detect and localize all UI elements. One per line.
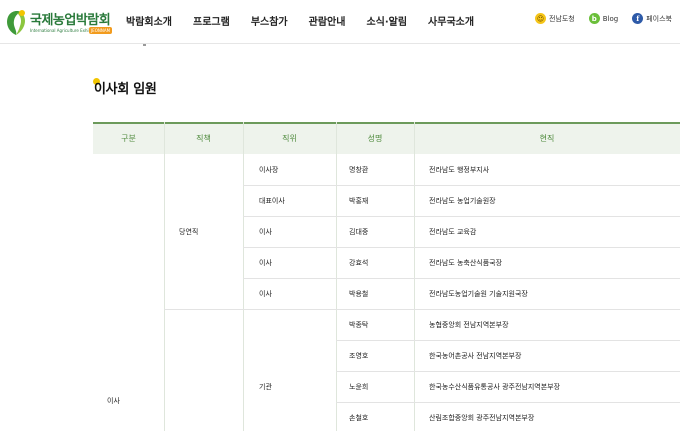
main-nav: 박람회소개 프로그램 부스참가 관람안내 소식·알림 사무국소개 xyxy=(126,13,495,28)
sns-links: ☺ 전남도청 b Blog f 페이스북 xyxy=(521,13,672,24)
position-cell: 이사 xyxy=(259,259,272,267)
sns-label-blog: Blog xyxy=(602,14,619,23)
divider xyxy=(243,122,244,431)
name-cell: 조영호 xyxy=(349,352,369,360)
site-header: 국제농업박람회 International Agriculture Exhibi… xyxy=(0,0,680,44)
name-cell: 김대중 xyxy=(349,228,369,236)
sns-label-facebook: 페이스북 xyxy=(646,14,672,23)
divider xyxy=(414,122,415,431)
jeonnam-icon: ☺ xyxy=(534,13,546,24)
current-post-cell: 한국농수산식품유통공사 광주전남지역본부장 xyxy=(429,383,561,391)
nav-item-visit-info[interactable]: 관람안내 xyxy=(309,13,346,28)
name-cell: 강효석 xyxy=(349,259,369,267)
nav-item-news[interactable]: 소식·알림 xyxy=(366,13,407,28)
facebook-icon: f xyxy=(632,13,644,24)
logo-leaf-icon xyxy=(7,10,26,35)
current-post-cell: 한국농어촌공사 전남지역본부장 xyxy=(429,352,522,360)
table-header-role: 직책 xyxy=(196,134,211,143)
name-cell: 박홍재 xyxy=(349,197,369,205)
position-cell: 이사장 xyxy=(259,166,279,174)
current-post-cell: 전라남도농업기술원 기술지원국장 xyxy=(429,290,528,298)
nav-item-expo-intro[interactable]: 박람회소개 xyxy=(126,13,172,28)
table-header-current-post: 현직 xyxy=(539,134,555,143)
nav-item-office[interactable]: 사무국소개 xyxy=(428,13,474,28)
name-cell: 박종탁 xyxy=(349,321,369,329)
position-cell: 대표이사 xyxy=(259,197,285,205)
divider xyxy=(336,122,337,431)
page-title: 이사회 임원 xyxy=(94,82,157,97)
name-cell: 노윤희 xyxy=(349,383,369,391)
position-cell: 기관 xyxy=(259,383,272,391)
divider xyxy=(164,309,680,310)
current-post-cell: 농협중앙회 전남지역본부장 xyxy=(429,321,509,329)
table-header-name: 성명 xyxy=(367,134,383,143)
name-cell: 명창환 xyxy=(349,166,369,174)
site-logo[interactable]: 국제농업박람회 International Agriculture Exhibi… xyxy=(3,5,113,39)
role-cell-ex-officio: 당연직 xyxy=(179,228,199,236)
position-cell: 이사 xyxy=(259,228,272,236)
name-cell: 손철호 xyxy=(349,414,369,422)
sns-label-jeonnam: 전남도청 xyxy=(548,14,575,23)
name-cell: 박용철 xyxy=(349,290,369,298)
position-cell: 이사 xyxy=(259,290,272,298)
current-post-cell: 전라남도 농축산식품국장 xyxy=(429,259,503,267)
current-post-cell: 전라남도 행정부지사 xyxy=(429,166,490,174)
category-cell: 이사 xyxy=(107,397,120,405)
divider xyxy=(143,44,146,46)
blog-icon: b xyxy=(588,13,600,24)
sns-link-jeonnam[interactable]: ☺ 전남도청 xyxy=(534,13,575,24)
sns-link-facebook[interactable]: f 페이스북 xyxy=(632,13,672,24)
nav-item-program[interactable]: 프로그램 xyxy=(193,13,230,28)
nav-item-booth[interactable]: 부스참가 xyxy=(251,13,288,28)
table-header-category: 구분 xyxy=(121,134,136,143)
logo-badge: JEONNAM xyxy=(89,27,113,34)
current-post-cell: 전라남도 농업기술원장 xyxy=(429,197,496,205)
logo-title: 국제농업박람회 xyxy=(30,13,111,28)
sns-link-blog[interactable]: b Blog xyxy=(588,13,619,24)
divider xyxy=(164,122,165,431)
table-header: 구분 직책 직위 성명 현직 xyxy=(93,122,680,154)
table-header-position: 직위 xyxy=(282,134,297,143)
current-post-cell: 산림조합중앙회 광주전남지역본부장 xyxy=(429,414,535,422)
current-post-cell: 전라남도 교육감 xyxy=(429,228,477,236)
